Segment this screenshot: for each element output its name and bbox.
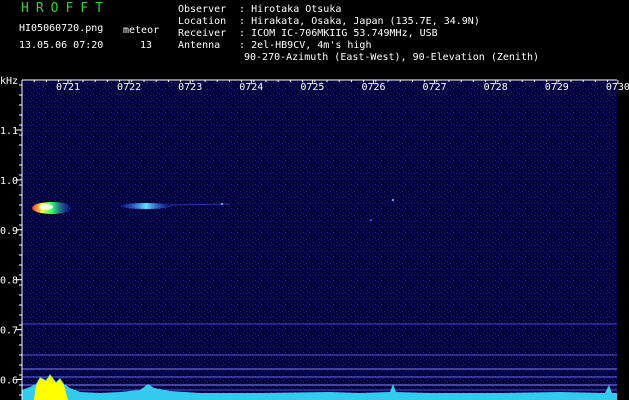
app-title: HROFFT [21, 1, 110, 16]
capture-datetime: 13.05.06 07:20 [19, 40, 104, 51]
y-tick-label: 0.8 [0, 276, 18, 287]
y-tick-label: 1.0 [0, 176, 18, 187]
antenna-detail: 90-270-Azimuth (East-West), 90-Elevation… [244, 52, 540, 63]
y-axis-ticks: 1.1 1.0 0.9 0.8 0.7 0.6 [0, 126, 22, 387]
meteor-count: 13 [140, 40, 153, 51]
location-row: Location : Hirakata, Osaka, Japan (135.7… [178, 16, 480, 27]
observer-value: Hirotaka Otsuka [251, 4, 342, 15]
antenna-row: Antenna : 2el-HB9CV, 4m's high [178, 40, 372, 51]
observer-key: Observer [178, 4, 227, 15]
receiver-row: Receiver : ICOM IC-706MKIIG 53.749MHz, U… [178, 28, 438, 39]
meteor-label: meteor [123, 25, 160, 36]
spectrogram: kHz 0721 0722 0723 0724 0725 0726 0727 0728 0729… [0, 76, 629, 400]
receiver-key: Receiver [178, 28, 227, 39]
antenna-value: 2el-HB9CV, 4m's high [251, 40, 372, 51]
receiver-value: ICOM IC-706MKIIG 53.749MHz, USB [251, 28, 438, 39]
y-tick-label: 1.1 [0, 126, 18, 137]
spectrogram-background [22, 80, 617, 400]
y-axis-unit: kHz [0, 76, 18, 87]
observer-row: Observer : Hirotaka Otsuka [178, 4, 342, 15]
meteor-echo-trail [120, 203, 172, 209]
antenna-key: Antenna [178, 40, 221, 51]
y-tick-label: 0.7 [0, 326, 18, 337]
location-value: Hirakata, Osaka, Japan (135.7E, 34.9N) [251, 16, 480, 27]
y-tick-label: 0.6 [0, 376, 18, 387]
y-tick-label: 0.9 [0, 226, 18, 237]
file-name: HI05060720.png [19, 23, 104, 34]
location-key: Location [178, 16, 227, 27]
